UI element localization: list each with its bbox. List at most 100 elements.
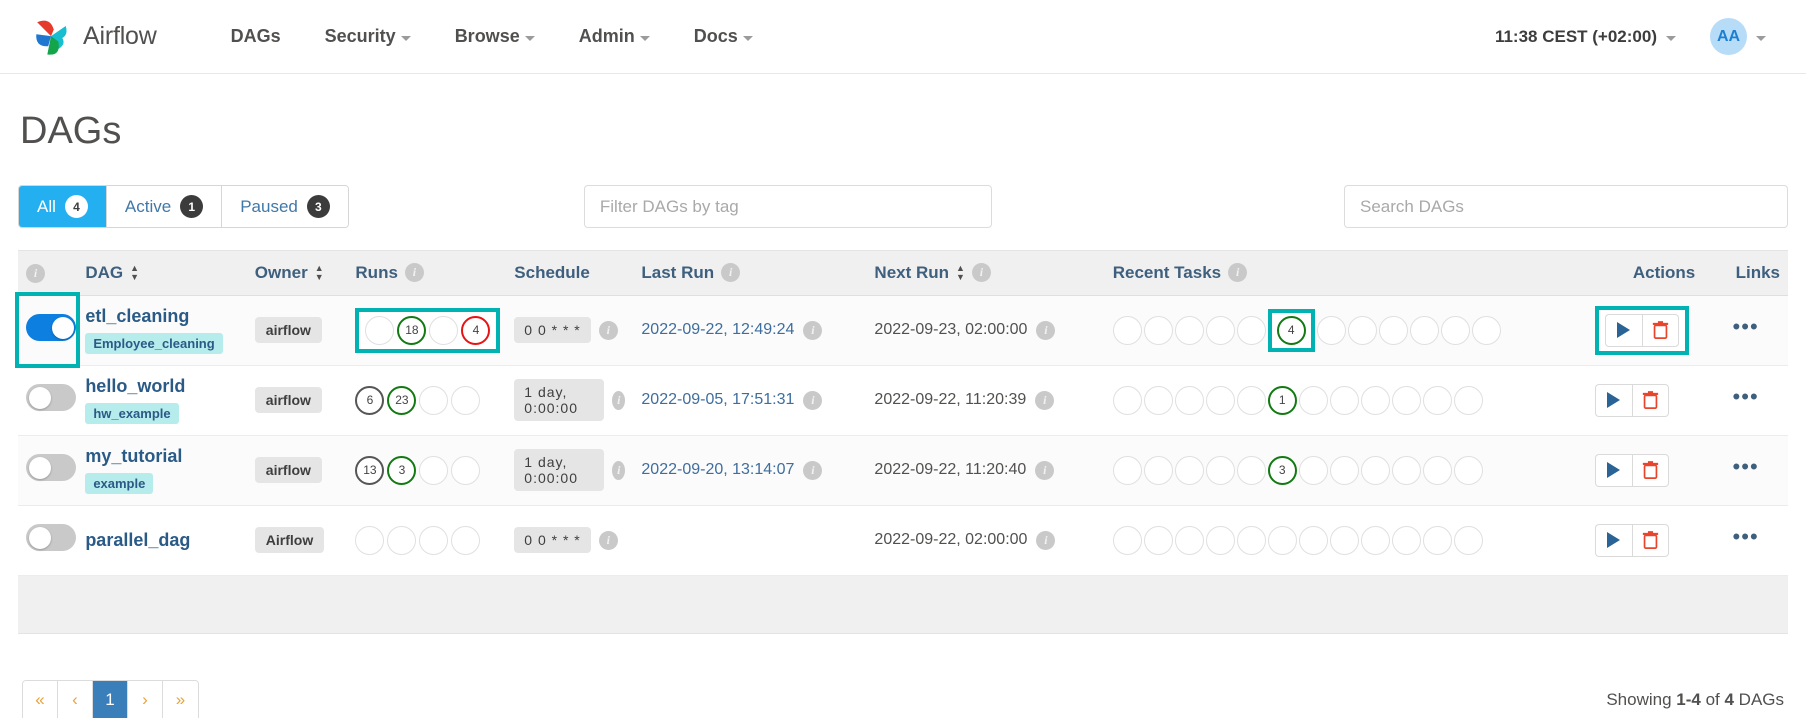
delete-dag-button[interactable] (1631, 523, 1669, 557)
recent-task-circle[interactable]: 3 (1267, 455, 1297, 485)
recent-task-circle[interactable] (1378, 315, 1408, 345)
last-run-date[interactable]: 2022-09-05, 17:51:31 (641, 391, 794, 409)
delete-dag-button[interactable] (1641, 313, 1679, 347)
nav-item-docs[interactable]: Docs (672, 16, 775, 57)
info-icon[interactable]: i (598, 530, 618, 550)
recent-task-circle[interactable] (1440, 315, 1470, 345)
recent-task-circle[interactable] (1174, 455, 1204, 485)
nav-item-admin[interactable]: Admin (557, 16, 672, 57)
th-dag[interactable]: DAG ▲ ▼ (77, 251, 247, 296)
dag-pause-toggle[interactable] (26, 314, 76, 341)
dag-tag[interactable]: Employee_cleaning (85, 333, 223, 354)
recent-task-circle[interactable] (1453, 455, 1483, 485)
run-status-circle[interactable] (365, 315, 395, 345)
recent-task-circle[interactable] (1205, 455, 1235, 485)
run-status-circle[interactable]: 23 (387, 385, 417, 415)
recent-task-circle[interactable] (1112, 315, 1142, 345)
recent-task-circle[interactable]: 4 (1276, 315, 1306, 345)
recent-task-circle[interactable] (1316, 315, 1346, 345)
info-icon[interactable]: i (803, 390, 823, 410)
dag-pause-toggle[interactable] (26, 524, 76, 551)
pagination-current-page[interactable]: 1 (93, 680, 128, 718)
dag-name-link[interactable]: parallel_dag (85, 530, 238, 551)
dag-name-link[interactable]: hello_world (85, 376, 238, 397)
filter-tab-active[interactable]: Active 1 (106, 186, 223, 227)
recent-task-circle[interactable] (1391, 525, 1421, 555)
timezone-selector[interactable]: 11:38 CEST (+02:00) (1495, 27, 1676, 47)
filter-tab-all[interactable]: All 4 (19, 186, 107, 227)
recent-task-circle[interactable] (1391, 385, 1421, 415)
recent-task-circle[interactable] (1298, 385, 1328, 415)
user-menu[interactable]: AA (1710, 18, 1766, 55)
pagination-button[interactable]: ‹ (58, 680, 93, 718)
recent-task-circle[interactable] (1422, 525, 1452, 555)
info-icon[interactable]: i (721, 263, 741, 283)
run-status-circle[interactable] (419, 385, 449, 415)
recent-task-circle[interactable] (1205, 525, 1235, 555)
trigger-dag-button[interactable] (1594, 523, 1632, 557)
recent-task-circle[interactable] (1422, 455, 1452, 485)
brand-logo[interactable]: Airflow (28, 14, 157, 60)
sort-icon[interactable]: ▲ ▼ (130, 263, 139, 281)
recent-task-circle[interactable] (1174, 385, 1204, 415)
links-menu-button[interactable]: ••• (1733, 454, 1759, 479)
dag-name-link[interactable]: my_tutorial (85, 446, 238, 467)
recent-task-circle[interactable] (1112, 455, 1142, 485)
info-icon[interactable]: i (803, 460, 823, 480)
dag-pause-toggle[interactable] (26, 384, 76, 411)
info-icon[interactable]: i (1036, 530, 1056, 550)
info-icon[interactable]: i (612, 390, 626, 410)
recent-task-circle[interactable] (1174, 315, 1204, 345)
info-icon[interactable]: i (26, 264, 45, 284)
sort-icon[interactable]: ▲ ▼ (315, 263, 324, 281)
recent-task-circle[interactable] (1409, 315, 1439, 345)
run-status-circle[interactable]: 18 (397, 315, 427, 345)
last-run-date[interactable]: 2022-09-22, 12:49:24 (641, 321, 794, 339)
sort-icon[interactable]: ▲ ▼ (956, 263, 965, 281)
recent-task-circle[interactable] (1391, 455, 1421, 485)
recent-task-circle[interactable] (1360, 385, 1390, 415)
trigger-dag-button[interactable] (1594, 383, 1632, 417)
info-icon[interactable]: i (404, 263, 424, 283)
delete-dag-button[interactable] (1631, 383, 1669, 417)
run-status-circle[interactable] (429, 315, 459, 345)
recent-task-circle[interactable] (1347, 315, 1377, 345)
search-input[interactable] (1344, 185, 1788, 228)
dag-name-link[interactable]: etl_cleaning (85, 306, 238, 327)
pagination-button[interactable]: » (163, 680, 198, 718)
tag-filter-input[interactable] (583, 185, 992, 228)
recent-task-circle[interactable] (1112, 385, 1142, 415)
info-icon[interactable]: i (1228, 263, 1248, 283)
info-icon[interactable]: i (598, 320, 618, 340)
info-icon[interactable]: i (612, 460, 626, 480)
recent-task-circle[interactable] (1329, 525, 1359, 555)
pagination-button[interactable]: › (128, 680, 163, 718)
recent-task-circle[interactable] (1471, 315, 1501, 345)
recent-task-circle[interactable] (1267, 525, 1297, 555)
info-icon[interactable]: i (1035, 460, 1055, 480)
run-status-circle[interactable] (419, 525, 449, 555)
recent-task-circle[interactable] (1143, 525, 1173, 555)
trigger-dag-button[interactable] (1604, 313, 1642, 347)
info-icon[interactable]: i (971, 263, 991, 283)
recent-task-circle[interactable] (1329, 455, 1359, 485)
links-menu-button[interactable]: ••• (1733, 314, 1759, 339)
th-owner[interactable]: Owner ▲ ▼ (246, 251, 348, 296)
run-status-circle[interactable] (451, 455, 481, 485)
recent-task-circle[interactable] (1422, 385, 1452, 415)
links-menu-button[interactable]: ••• (1733, 524, 1759, 549)
recent-task-circle[interactable] (1360, 525, 1390, 555)
dag-pause-toggle[interactable] (26, 454, 76, 481)
dag-tag[interactable]: hw_example (85, 403, 179, 424)
run-status-circle[interactable]: 13 (355, 455, 385, 485)
th-next-run[interactable]: Next Run ▲ ▼ i (866, 251, 1105, 296)
run-status-circle[interactable] (387, 525, 417, 555)
recent-task-circle[interactable] (1236, 315, 1266, 345)
info-icon[interactable]: i (803, 320, 823, 340)
recent-task-circle[interactable] (1143, 455, 1173, 485)
info-icon[interactable]: i (1035, 390, 1055, 410)
recent-task-circle[interactable] (1174, 525, 1204, 555)
delete-dag-button[interactable] (1631, 453, 1669, 487)
run-status-circle[interactable]: 3 (387, 455, 417, 485)
recent-task-circle[interactable] (1236, 455, 1266, 485)
